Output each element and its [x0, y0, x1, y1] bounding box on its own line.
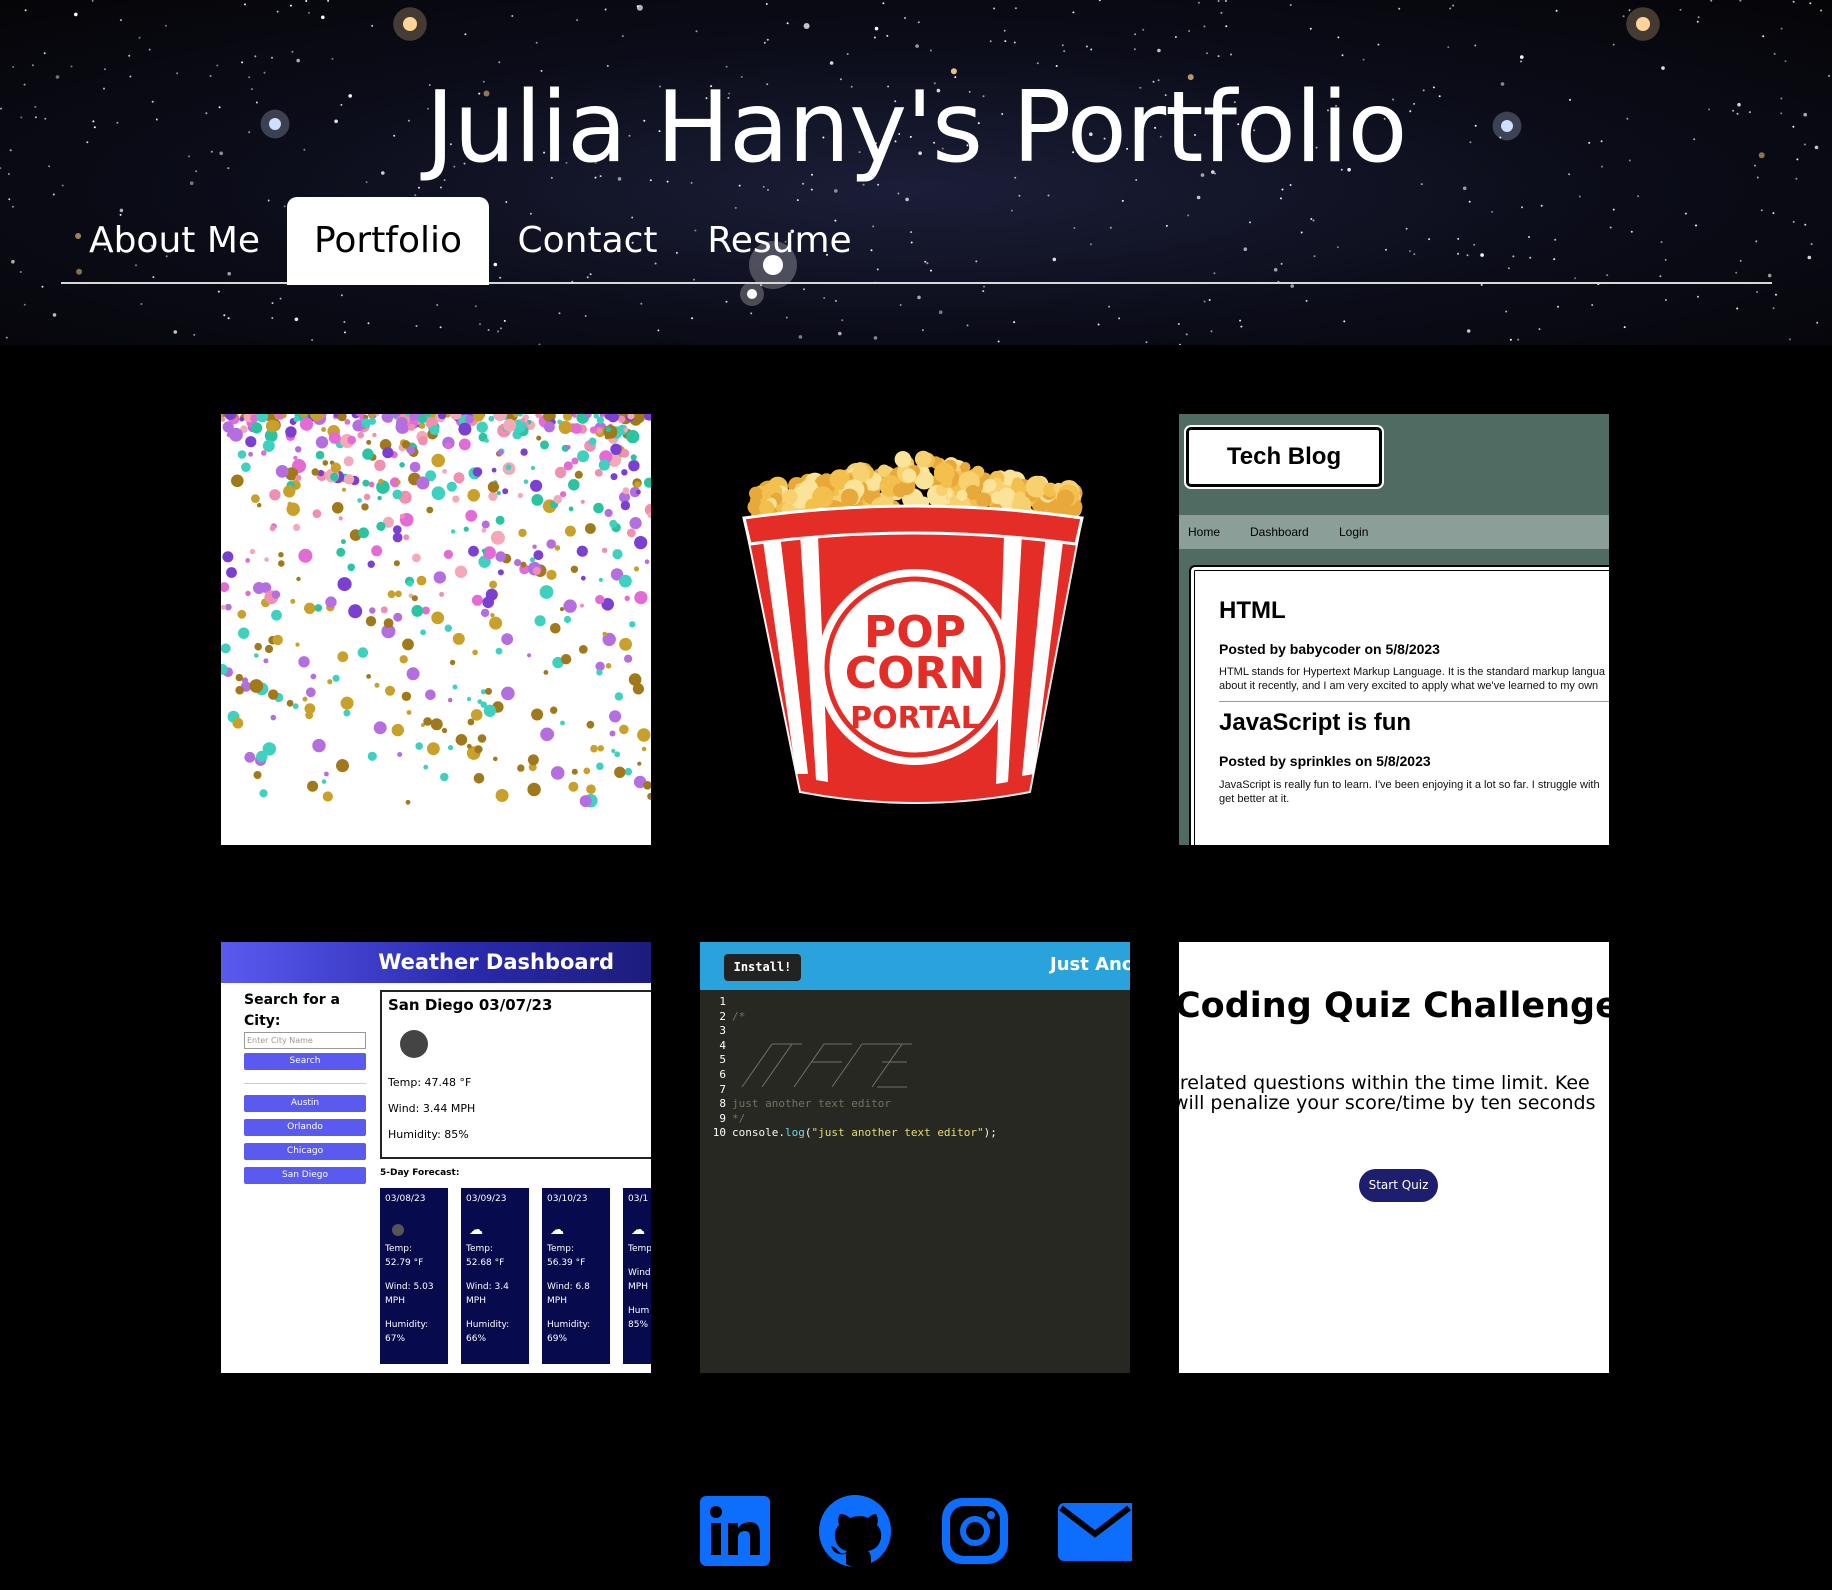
tech-blog-posts: HTML Posted by babycoder on 5/8/2023 HTM…: [1189, 565, 1609, 845]
cloud-sun-icon: ☁: [631, 1222, 645, 1238]
install-button: Install!: [724, 954, 801, 981]
tech-blog-nav-login: Login: [1339, 525, 1369, 539]
mail-icon: [1058, 1503, 1138, 1561]
code-line: just another text editor: [732, 1097, 891, 1111]
project-card-coding-quiz[interactable]: Coding Quiz Challenge -related questions…: [1179, 942, 1609, 1373]
forecast-card: 03/08/23 Temp: 52.79 °F Wind: 5.03 MPH H…: [380, 1188, 448, 1364]
forecast-card: 03/1 ☁ Temp Wind MPH Hum 85%: [623, 1188, 651, 1364]
email-link[interactable]: [1058, 1494, 1138, 1568]
post-byline: Posted by babycoder on 5/8/2023: [1219, 641, 1440, 657]
weather-title: Weather Dashboard: [221, 942, 651, 983]
post-byline: Posted by sprinkles on 5/8/2023: [1219, 753, 1431, 769]
jate-brand: Just Ano: [1050, 954, 1130, 975]
project-card-jate[interactable]: Install! Just Ano 1 2 3 4 5 6 7 8 9 10 /* just an…: [700, 942, 1130, 1373]
project-card-confetti[interactable]: [221, 414, 651, 845]
post-text: JavaScript is really fun to learn. I've …: [1219, 779, 1600, 791]
post-text: about it recently, and I am very excited…: [1219, 680, 1599, 692]
project-card-weather-dashboard[interactable]: Weather Dashboard Search for a City: Ent…: [221, 942, 651, 1373]
confetti-image: [221, 414, 651, 808]
post-text: get better at it.: [1219, 793, 1290, 805]
search-button: Search: [244, 1053, 366, 1070]
forecast-label: 5-Day Forecast:: [380, 1168, 460, 1178]
svg-text:CORN: CORN: [845, 648, 985, 699]
tech-blog-header: Tech Blog: [1179, 414, 1609, 515]
jate-header: Install! Just Ano: [700, 942, 1130, 990]
city-button-chicago: Chicago: [244, 1143, 366, 1160]
github-icon: [819, 1495, 891, 1567]
current-city: San Diego 03/07/23: [388, 996, 553, 1014]
github-link[interactable]: [818, 1494, 892, 1568]
tab-portfolio[interactable]: Portfolio: [287, 197, 489, 285]
post-text: HTML stands for Hypertext Markup Languag…: [1219, 666, 1606, 678]
quiz-title: Coding Quiz Challenge: [1179, 986, 1609, 1026]
post-divider: [1219, 701, 1609, 702]
forecast-card: 03/10/23 ☁ Temp: 56.39 °F Wind: 6.8 MPH …: [542, 1188, 610, 1364]
quiz-instructions: -related questions within the time limit…: [1179, 1072, 1590, 1094]
jate-ascii-logo: [741, 1043, 912, 1088]
search-label: Search for a City:: [244, 992, 341, 1029]
tech-blog-nav: Home Dashboard Login: [1179, 515, 1609, 549]
city-search-input: Enter City Name: [244, 1032, 366, 1049]
tech-blog-nav-home: Home: [1188, 525, 1221, 539]
current-wind: Wind: 3.44 MPH: [388, 1102, 476, 1115]
quiz-instructions: will penalize your score/time by ten sec…: [1179, 1092, 1596, 1114]
popcorn-bucket-image: POP CORN PORTAL: [742, 450, 1084, 804]
city-button-austin: Austin: [244, 1095, 366, 1112]
current-temp: Temp: 47.48 °F: [388, 1076, 472, 1089]
instagram-link[interactable]: [938, 1494, 1012, 1568]
start-quiz-button: Start Quiz: [1359, 1169, 1438, 1202]
svg-text:PORTAL: PORTAL: [850, 701, 980, 736]
divider: [244, 1083, 366, 1084]
code-line: console.log("just another text editor");: [732, 1126, 997, 1140]
code-line: /*: [732, 1009, 746, 1023]
code-line: */: [732, 1111, 746, 1125]
tab-resume[interactable]: Resume: [686, 197, 873, 284]
header-banner: Julia Hany's Portfolio About Me Portfoli…: [0, 0, 1832, 345]
linkedin-icon: [700, 1496, 770, 1566]
post-heading: JavaScript is fun: [1219, 709, 1412, 736]
forecast-card: 03/09/23 ☁ Temp: 52.68 °F Wind: 3.4 MPH …: [461, 1188, 529, 1364]
current-weather-box: San Diego 03/07/23 Temp: 47.48 °F Wind: …: [380, 990, 651, 1159]
project-card-popcorn-portal[interactable]: POP CORN PORTAL: [700, 414, 1130, 845]
weather-icon: [400, 1030, 428, 1058]
nav-tabs: About Me Portfolio Contact Resume: [61, 197, 1772, 285]
project-card-tech-blog[interactable]: Tech Blog Home Dashboard Login HTML Post…: [1179, 414, 1609, 845]
current-humidity: Humidity: 85%: [388, 1128, 469, 1141]
site-title: Julia Hany's Portfolio: [425, 71, 1408, 185]
cloud-sun-icon: ☁: [550, 1222, 564, 1238]
weather-icon: [392, 1224, 404, 1236]
instagram-icon: [942, 1498, 1008, 1564]
tab-about-me[interactable]: About Me: [61, 197, 288, 284]
tech-blog-nav-dashboard: Dashboard: [1250, 525, 1309, 539]
tech-blog-body: HTML Posted by babycoder on 5/8/2023 HTM…: [1179, 549, 1609, 845]
code-editor: 1 2 3 4 5 6 7 8 9 10 /* just another text editor …: [712, 995, 997, 1140]
city-button-orlando: Orlando: [244, 1119, 366, 1136]
post-heading: HTML: [1219, 597, 1286, 624]
linkedin-link[interactable]: [698, 1494, 772, 1568]
tech-blog-title: Tech Blog: [1186, 427, 1382, 487]
tab-contact[interactable]: Contact: [489, 197, 686, 284]
cloud-icon: ☁: [469, 1222, 483, 1238]
city-button-san-diego: San Diego: [244, 1167, 366, 1184]
